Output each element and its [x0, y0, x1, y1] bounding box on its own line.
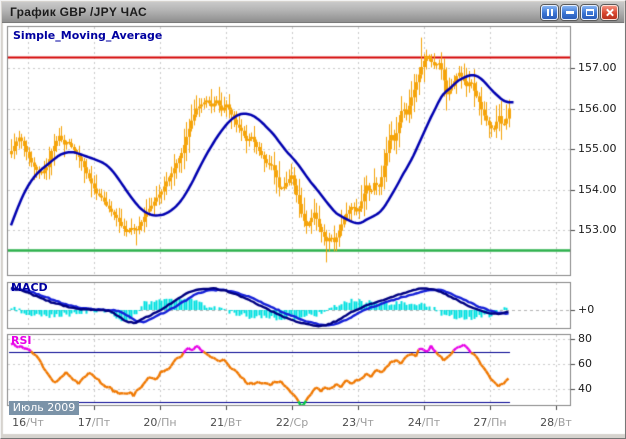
minimize-icon — [565, 10, 574, 14]
maximize-button[interactable] — [581, 4, 598, 20]
maximize-icon — [585, 8, 594, 16]
chart-canvas[interactable] — [1, 1, 625, 438]
chart-window: График GBP /JPY ЧАС Simple_Moving_Averag… — [0, 0, 626, 439]
x-axis-day-label: 23/Чт — [342, 416, 374, 429]
price-axis-label: 156.00 — [578, 101, 617, 115]
x-axis-day-label: 24/Пт — [407, 416, 441, 429]
close-icon — [605, 8, 614, 17]
minimize-button[interactable] — [561, 4, 578, 20]
x-axis-day-label: 28/Вт — [540, 416, 572, 429]
month-label-box: Июль 2009 — [9, 401, 79, 415]
x-axis-day-label: 21/Вт — [210, 416, 242, 429]
rsi-axis-label: 40 — [578, 382, 592, 395]
rsi-axis-label: 60 — [578, 357, 592, 370]
window-buttons — [541, 4, 620, 20]
rsi-axis-label: 80 — [578, 332, 592, 345]
pause-button[interactable] — [541, 4, 558, 20]
pause-icon — [546, 8, 553, 16]
x-axis-day-label: 20/Пн — [143, 416, 177, 429]
price-axis-label: 157.00 — [578, 61, 617, 74]
x-axis-day-label: 27/Пн — [473, 416, 507, 429]
x-axis-day-label: 17/Пт — [77, 416, 111, 429]
window-title: График GBP /JPY ЧАС — [10, 5, 147, 19]
price-axis-label: 153.00 — [578, 223, 617, 236]
macd-indicator-label: MACD — [11, 281, 48, 294]
price-axis-label: 155.00 — [578, 142, 617, 155]
sma-indicator-label: Simple_Moving_Average — [13, 29, 163, 42]
x-axis-day-label: 22/Ср — [275, 416, 309, 429]
x-axis-day-label: 16/Чт — [12, 416, 44, 429]
close-button[interactable] — [601, 4, 618, 20]
macd-zero-label: +0 — [578, 303, 595, 316]
title-bar[interactable]: График GBP /JPY ЧАС — [2, 2, 624, 23]
price-axis-label: 154.00 — [578, 182, 617, 196]
rsi-indicator-label: RSI — [11, 334, 32, 347]
